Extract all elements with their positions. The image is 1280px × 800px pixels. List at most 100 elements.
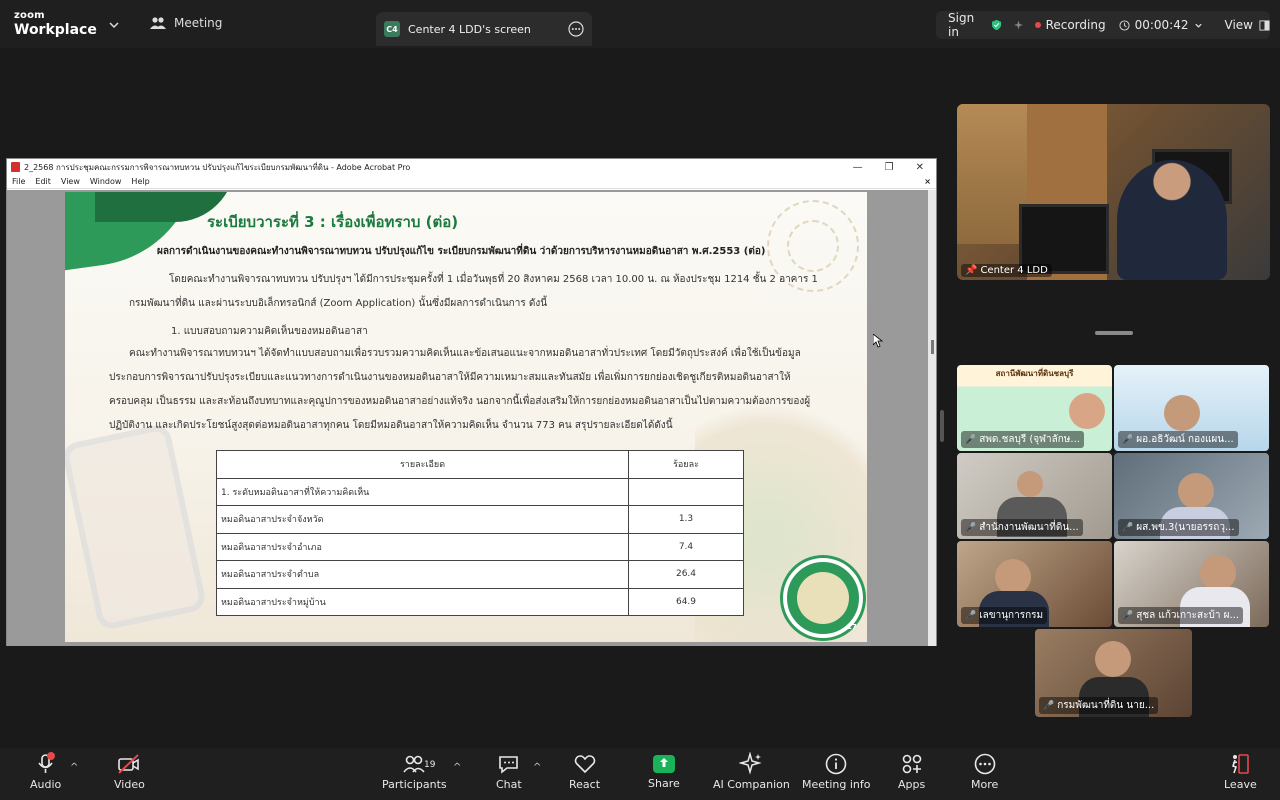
panel-resize-handle[interactable] bbox=[940, 410, 944, 442]
close-document-button[interactable]: × bbox=[924, 177, 936, 186]
status-pill: Sign in Recording 00:00:42 View bbox=[936, 11, 1270, 39]
participants-button[interactable]: Participants bbox=[382, 752, 447, 791]
participant-tile[interactable]: 🎤 กรมพัฒนาที่ดิน นาย... bbox=[1035, 629, 1192, 717]
video-label: Video bbox=[114, 778, 145, 791]
table-row: หมอดินอาสาประจำหมู่บ้าน 64.9 bbox=[216, 587, 744, 616]
slide-paragraph-2: คณะทำงานพิจารณาทบทวนฯ ได้จัดทำแบบสอบถามเ… bbox=[109, 348, 811, 431]
menu-view[interactable]: View bbox=[61, 177, 80, 186]
apps-button[interactable]: Apps bbox=[898, 752, 925, 791]
meeting-info-button[interactable]: Meeting info bbox=[802, 752, 870, 791]
chat-options-caret-icon[interactable]: ^ bbox=[533, 762, 541, 773]
shared-screen-label: Center 4 LDD's screen bbox=[408, 22, 531, 36]
slide-page-number: 17 bbox=[847, 623, 857, 631]
participant-name: สพด.ชลบุรี (จุฬาลักษ... bbox=[979, 434, 1080, 445]
participant-video bbox=[1200, 555, 1236, 591]
participant-name: กรมพัฒนาที่ดิน นาย... bbox=[1057, 700, 1155, 711]
participant-tile[interactable]: 🎤 ผอ.อธิวัฒน์ กองแผน... bbox=[1114, 365, 1269, 451]
participants-label: Participants bbox=[382, 778, 447, 791]
participant-tile[interactable]: 🎤 ผส.พข.3(นายอรรถวุ... bbox=[1114, 453, 1269, 539]
recording-indicator[interactable]: Recording bbox=[1034, 18, 1106, 32]
apps-icon bbox=[902, 754, 921, 774]
shield-check-icon[interactable] bbox=[992, 17, 1002, 33]
share-screen-icon bbox=[652, 755, 675, 773]
meeting-toolbar: Audio ^ Video Participants 19 ^ Chat ^ R… bbox=[0, 748, 1280, 800]
share-button[interactable]: Share bbox=[648, 752, 680, 790]
presentation-slide: ระเบียบวาระที่ 3 : เรื่องเพื่อทราบ (ต่อ)… bbox=[65, 192, 867, 642]
slide-section-heading: 1. แบบสอบถามความคิดเห็นของหมอดินอาสา bbox=[171, 326, 368, 337]
menu-help[interactable]: Help bbox=[131, 177, 149, 186]
view-button[interactable]: View bbox=[1225, 18, 1270, 32]
table-cell: หมอดินอาสาประจำตำบล bbox=[216, 560, 629, 589]
participant-video bbox=[995, 559, 1031, 595]
participant-name-label: 🎤 สุชล แก้วเกาะสะบ้า ผ... bbox=[1118, 607, 1244, 624]
audio-options-caret-icon[interactable]: ^ bbox=[70, 762, 78, 773]
participant-video bbox=[1178, 473, 1214, 509]
close-window-button[interactable]: ✕ bbox=[916, 162, 924, 173]
participants-icon bbox=[403, 755, 425, 773]
participants-options-caret-icon[interactable]: ^ bbox=[453, 762, 461, 773]
leave-label: Leave bbox=[1224, 778, 1257, 791]
mic-muted-icon: 🎤 bbox=[965, 434, 977, 445]
logo-inner bbox=[797, 572, 849, 624]
clock-icon bbox=[1119, 19, 1130, 31]
chat-label: Chat bbox=[496, 778, 522, 791]
participant-tile[interactable]: 🎤 สำนักงานพัฒนาที่ดิน... bbox=[957, 453, 1112, 539]
pin-icon: 📌 bbox=[965, 265, 978, 276]
meeting-timer[interactable]: 00:00:42 bbox=[1119, 18, 1203, 32]
vertical-scrollbar[interactable] bbox=[928, 190, 936, 646]
meeting-tab-label: Meeting bbox=[174, 16, 223, 30]
active-speaker-tile[interactable]: 📌 Center 4 LDD bbox=[957, 104, 1270, 280]
participants-count: 19 bbox=[424, 760, 436, 770]
chat-button[interactable]: Chat bbox=[496, 752, 522, 791]
more-button[interactable]: More bbox=[971, 752, 998, 791]
leave-button[interactable]: Leave bbox=[1224, 752, 1257, 791]
shared-screen-tab[interactable]: C4 Center 4 LDD's screen bbox=[376, 12, 592, 46]
view-label: View bbox=[1224, 18, 1253, 32]
menu-file[interactable]: File bbox=[12, 177, 25, 186]
chevron-down-icon[interactable] bbox=[108, 19, 120, 31]
acrobat-title-bar: 2_2568 การประชุมคณะกรรมการพิจารณาทบทวน ป… bbox=[7, 159, 936, 175]
acrobat-menu-bar: File Edit View Window Help × bbox=[7, 175, 936, 189]
menu-edit[interactable]: Edit bbox=[35, 177, 51, 186]
participant-tile[interactable]: 🎤 เลขานุการกรม bbox=[957, 541, 1112, 627]
participant-name: สำนักงานพัฒนาที่ดิน... bbox=[979, 522, 1079, 533]
scrollbar-thumb[interactable] bbox=[931, 340, 934, 354]
meeting-info-label: Meeting info bbox=[802, 778, 871, 791]
acrobat-title: 2_2568 การประชุมคณะกรรมการพิจารณาทบทวน ป… bbox=[24, 162, 411, 172]
audio-button[interactable]: Audio bbox=[30, 752, 61, 791]
mic-muted-icon: 🎤 bbox=[1043, 700, 1055, 711]
participant-name-label: 🎤 สพด.ชลบุรี (จุฬาลักษ... bbox=[961, 431, 1084, 448]
meeting-tab[interactable]: Meeting bbox=[150, 16, 222, 30]
participant-name-label: 🎤 กรมพัฒนาที่ดิน นาย... bbox=[1039, 697, 1159, 714]
participant-name: ผอ.อธิวัฒน์ กองแผน... bbox=[1136, 434, 1234, 445]
document-viewport: ระเบียบวาระที่ 3 : เรื่องเพื่อทราบ (ต่อ)… bbox=[7, 190, 936, 646]
pdf-icon bbox=[11, 162, 20, 172]
recording-label: Recording bbox=[1045, 18, 1106, 32]
table-row: หมอดินอาสาประจำตำบล 26.4 bbox=[216, 560, 744, 589]
zoom-workplace-logo[interactable]: zoom Workplace bbox=[14, 11, 97, 38]
decorative-phone bbox=[65, 422, 208, 632]
gallery-drag-handle[interactable] bbox=[1095, 331, 1133, 335]
speaker-name-label: 📌 Center 4 LDD bbox=[961, 264, 1052, 277]
ai-sparkle-icon bbox=[739, 752, 763, 775]
sign-in-button[interactable]: Sign in bbox=[948, 11, 974, 39]
menu-window[interactable]: Window bbox=[90, 177, 122, 186]
table-cell: 7.4 bbox=[628, 532, 744, 561]
participant-badge: C4 bbox=[384, 21, 400, 37]
people-icon bbox=[150, 17, 166, 29]
minimize-button[interactable]: — bbox=[853, 162, 863, 173]
more-options-icon[interactable] bbox=[568, 21, 584, 37]
participant-tile[interactable]: สถานีพัฒนาที่ดินชลบุรี 🎤 สพด.ชลบุรี (จุฬา… bbox=[957, 365, 1112, 451]
sparkle-icon[interactable] bbox=[1013, 18, 1023, 32]
restore-button[interactable]: ❐ bbox=[885, 162, 894, 173]
react-button[interactable]: React bbox=[569, 752, 600, 791]
participant-tile[interactable]: 🎤 สุชล แก้วเกาะสะบ้า ผ... bbox=[1114, 541, 1269, 627]
timer-value: 00:00:42 bbox=[1134, 18, 1189, 32]
participant-name: สุชล แก้วเกาะสะบ้า ผ... bbox=[1136, 610, 1240, 621]
mic-muted-icon: 🎤 bbox=[965, 522, 977, 533]
table-cell: 1.3 bbox=[628, 505, 744, 534]
video-button[interactable]: Video bbox=[114, 752, 145, 791]
ai-companion-button[interactable]: AI Companion bbox=[713, 752, 790, 791]
share-label: Share bbox=[648, 777, 680, 790]
detail-table: รายละเอียด ร้อยละ 1. ระดับหมอดินอาสาที่ใ… bbox=[216, 450, 744, 616]
